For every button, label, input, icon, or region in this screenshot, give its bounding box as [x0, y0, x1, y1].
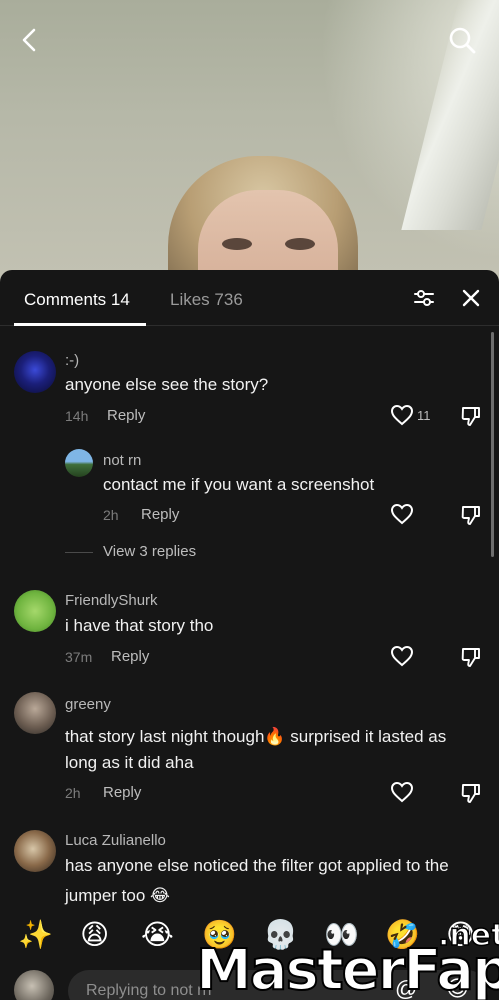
tab-comments[interactable]: Comments 14 [24, 290, 130, 310]
heart-icon[interactable] [390, 781, 414, 803]
comment-time: 2h [65, 785, 81, 801]
emoji-button[interactable]: 💀 [263, 918, 298, 952]
comments-sheet: Comments 14 Likes 736 :-) anyone else se… [0, 270, 499, 1000]
comments-tabs: Comments 14 Likes 736 [0, 270, 499, 326]
heart-icon[interactable] [390, 645, 414, 667]
comment-text: i have that story tho [65, 616, 214, 635]
reply-input[interactable] [68, 970, 488, 1000]
mention-icon[interactable]: @ [395, 976, 417, 1000]
close-icon[interactable] [461, 288, 481, 308]
reply-button[interactable]: Reply [107, 407, 145, 424]
sliders-icon[interactable] [413, 287, 435, 309]
video-preview[interactable] [0, 0, 499, 290]
dislike-icon[interactable] [460, 782, 482, 804]
search-icon[interactable] [446, 24, 478, 56]
comment-text-line-1: has anyone else noticed the filter got a… [65, 856, 449, 875]
person-eye-right [285, 238, 315, 250]
reply-time: 2h [103, 507, 119, 523]
avatar[interactable] [14, 351, 56, 393]
comment-text-line-1: that story last night though🔥 surprised … [65, 727, 447, 746]
reply-button[interactable]: Reply [111, 648, 149, 665]
emoji-button[interactable]: 🥹 [202, 918, 237, 952]
emoji-button[interactable]: 🤣 [385, 918, 420, 952]
dislike-icon[interactable] [460, 504, 482, 526]
comment-username[interactable]: greeny [65, 696, 111, 713]
dislike-icon[interactable] [460, 646, 482, 668]
view-replies-button[interactable]: View 3 replies [103, 543, 196, 560]
comment-input-bar: @ 😊 [0, 962, 499, 1000]
emoji-button[interactable]: 👀 [324, 918, 359, 952]
emoji-button[interactable]: 😩 [80, 918, 109, 952]
active-tab-indicator [14, 323, 146, 326]
divider [65, 552, 93, 553]
chevron-left-icon[interactable] [14, 24, 46, 56]
avatar [14, 970, 54, 1000]
avatar[interactable] [14, 590, 56, 632]
comment-text-line-2: jumper too 😂 [65, 886, 170, 905]
avatar[interactable] [14, 692, 56, 734]
comment-username[interactable]: :-) [65, 352, 79, 369]
emoji-picker-icon[interactable]: 😊 [446, 976, 469, 1000]
emoji-button[interactable]: 😭 [141, 918, 174, 952]
person-eye-left [222, 238, 252, 250]
comment-text-line-2: long as it did aha [65, 753, 194, 772]
comment-username[interactable]: FriendlyShurk [65, 592, 158, 609]
scrollbar[interactable] [491, 332, 494, 557]
heart-icon[interactable] [390, 404, 414, 426]
comment-text: anyone else see the story? [65, 375, 269, 394]
dislike-icon[interactable] [460, 405, 482, 427]
comment-time: 37m [65, 649, 93, 665]
tab-likes[interactable]: Likes 736 [170, 290, 243, 310]
heart-icon[interactable] [390, 503, 414, 525]
reply-button[interactable]: Reply [141, 506, 179, 523]
reply-text: contact me if you want a screenshot [103, 475, 375, 494]
reply-username[interactable]: not rn [103, 452, 141, 469]
reply-button[interactable]: Reply [103, 784, 141, 801]
avatar[interactable] [14, 830, 56, 872]
emoji-quick-bar: ✨ 😩 😭 🥹 💀 👀 🤣 😳 [0, 910, 499, 962]
avatar[interactable] [65, 449, 93, 477]
comment-username[interactable]: Luca Zulianello [65, 832, 166, 849]
emoji-button[interactable]: ✨ [18, 918, 53, 952]
emoji-button[interactable]: 😳 [446, 918, 475, 952]
like-count: 11 [417, 408, 431, 423]
comment-time: 14h [65, 408, 89, 424]
